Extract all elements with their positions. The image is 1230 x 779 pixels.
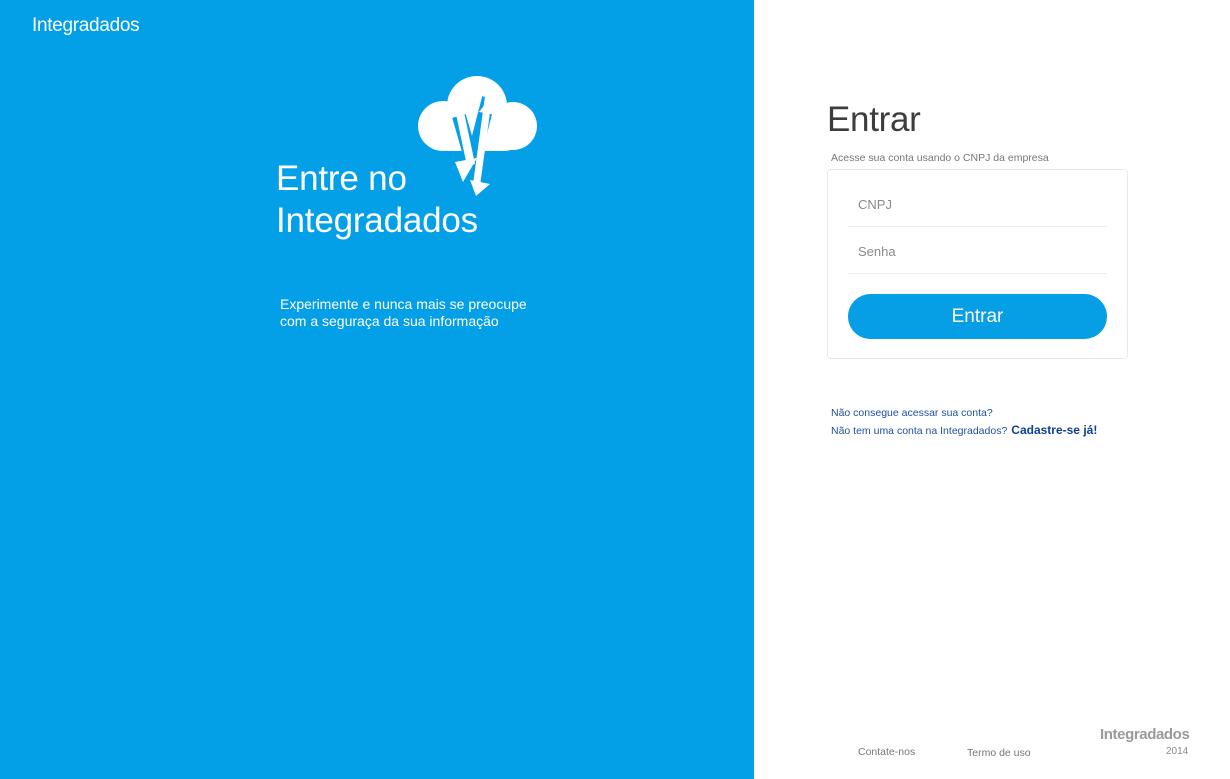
footer-brand-logo: Integradados [1100,726,1190,743]
footer-contact-link[interactable]: Contate-nos [858,746,915,758]
forgot-account-link[interactable]: Não consegue acessar sua conta? [831,407,993,419]
login-form: Entrar [827,169,1128,359]
cnpj-input[interactable] [848,182,1107,226]
cloud-sync-icon [418,76,537,196]
cnpj-field-wrapper [848,182,1107,227]
brand-logo[interactable]: Integradados [32,15,140,37]
login-button[interactable]: Entrar [848,294,1107,339]
forgot-account-row: Não consegue acessar sua conta? [831,405,1097,422]
login-subtitle: Acesse sua conta usando o CNPJ da empres… [831,152,1049,164]
hero-subtitle-line1: Experimente e nunca mais se preocupe [280,296,527,312]
login-title: Entrar [827,100,921,139]
login-page: Integradados Entre no Integradados Exper… [0,0,1230,779]
hero-subtitle-line2: com a seguraça da sua informação [280,313,499,329]
signup-link[interactable]: Cadastre-se já! [1011,423,1097,437]
footer-year: 2014 [1166,746,1189,757]
password-input[interactable] [848,229,1107,273]
hero-subtitle: Experimente e nunca mais se preocupe com… [280,296,527,330]
hero-title-line2: Integradados [276,201,478,240]
help-links: Não consegue acessar sua conta? Não tem … [831,405,1097,440]
password-field-wrapper [848,229,1107,274]
no-account-text: Não tem uma conta na Integradados? [831,425,1008,437]
footer-terms-link[interactable]: Termo de uso [967,747,1031,759]
hero-panel: Integradados Entre no Integradados Exper… [0,0,754,779]
signup-row: Não tem uma conta na Integradados? Cadast… [831,422,1097,440]
